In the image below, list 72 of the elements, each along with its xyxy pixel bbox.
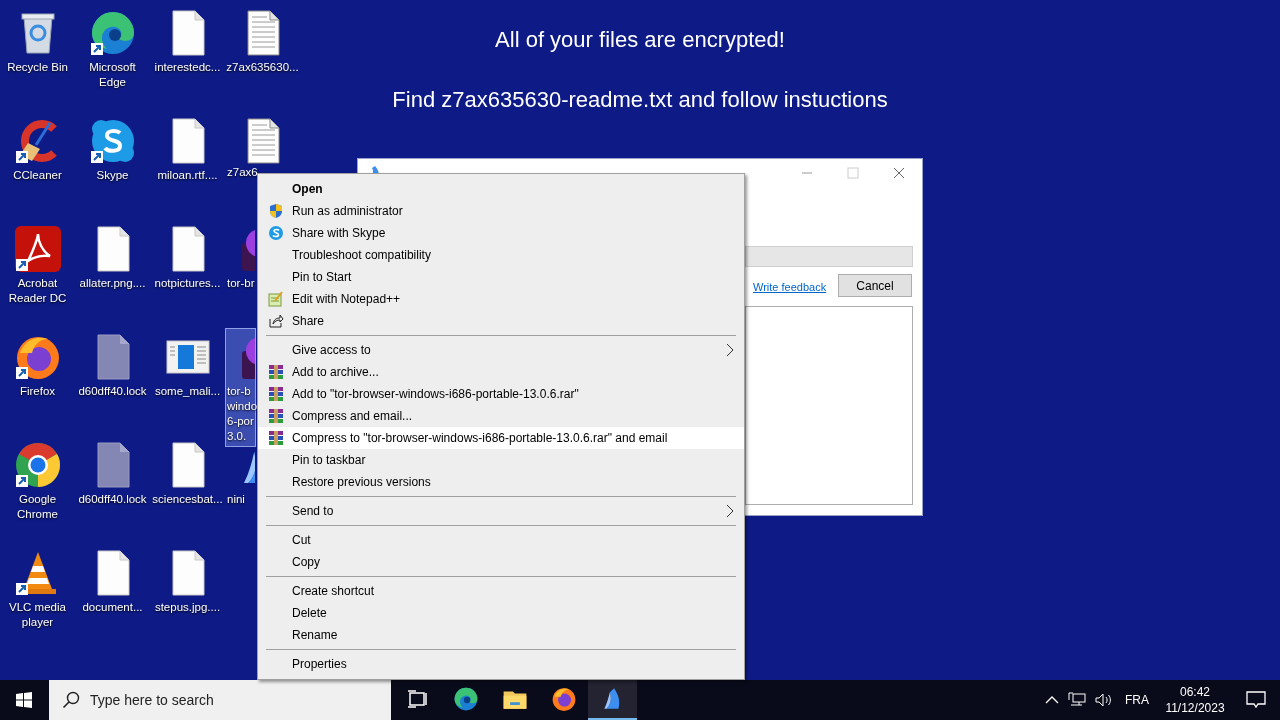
menu-item[interactable]: Compress and email... — [258, 405, 744, 427]
desktop-shortcut[interactable]: VLC media player — [0, 544, 75, 633]
cancel-button[interactable]: Cancel — [838, 274, 912, 297]
notepad-icon — [268, 291, 284, 307]
menu-item[interactable]: Pin to taskbar — [258, 449, 744, 471]
desktop-shortcut[interactable]: d60dff40.lock — [75, 328, 150, 402]
notifications-icon[interactable] — [1246, 691, 1266, 709]
desktop-shortcut[interactable]: z7ax635630... — [225, 4, 300, 78]
swirl-icon — [452, 686, 479, 712]
clock-time[interactable]: 06:42 — [1180, 684, 1210, 700]
menu-item[interactable]: Add to archive... — [258, 361, 744, 383]
menu-item[interactable]: Open — [258, 178, 744, 200]
wallpaper-text: Find z7ax635630-readme.txt and follow instuctions — [392, 86, 888, 114]
menu-item[interactable]: Properties — [258, 653, 744, 675]
desktop-shortcut[interactable]: notpictures... — [150, 220, 225, 294]
desktop-shortcut[interactable]: d60dff40.lock — [75, 436, 150, 510]
menu-item[interactable]: Share with Skype — [258, 222, 744, 244]
menu-item[interactable]: Add to "tor-browser-windows-i686-portable-13.0.6.rar" — [258, 383, 744, 405]
task-view-icon — [405, 688, 428, 710]
desktop-shortcut[interactable]: miloan.rtf.... — [150, 112, 225, 186]
menu-item[interactable]: Compress to "tor-browser-windows-i686-portable-13.0.6.rar" and email — [258, 427, 744, 449]
desktop-shortcut[interactable]: document... — [75, 544, 150, 618]
menu-item[interactable]: Rename — [258, 624, 744, 646]
stacked-books-icon — [268, 408, 284, 424]
menu-item[interactable]: Edit with Notepad++ — [258, 288, 744, 310]
desktop-shortcut[interactable]: sciencesbat... — [150, 436, 225, 510]
stacked-books-icon — [268, 430, 284, 446]
menu-item[interactable]: Share — [258, 310, 744, 332]
share-icon — [268, 313, 284, 329]
bubble-icon — [268, 225, 284, 241]
desktop-shortcut[interactable]: stepus.jpg.... — [150, 544, 225, 618]
language-indicator[interactable]: FRA — [1125, 691, 1149, 709]
desktop-shortcut[interactable]: CCleaner — [0, 112, 75, 186]
desktop-shortcut[interactable]: Acrobat Reader DC — [0, 220, 75, 309]
chevron-up-icon[interactable] — [1045, 695, 1059, 705]
desktop-shortcut[interactable]: some_mali... — [150, 328, 225, 402]
menu-item[interactable]: Cut — [258, 529, 744, 551]
menu-item[interactable]: Troubleshoot compatibility — [258, 244, 744, 266]
clock-date[interactable]: 11/12/2023 — [1165, 700, 1225, 716]
menu-item[interactable]: Restore previous versions — [258, 471, 744, 493]
wallpaper-text: All of your files are encrypted! — [495, 26, 785, 54]
desktop-shortcut[interactable]: Firefox — [0, 328, 75, 402]
desktop-shortcut[interactable]: interestedc... — [150, 4, 225, 78]
menu-item[interactable]: Run as administrator — [258, 200, 744, 222]
document-app-icon — [13, 225, 62, 273]
chevron-right-icon — [726, 504, 734, 518]
menu-item[interactable]: Create shortcut — [258, 580, 744, 602]
menu-item[interactable]: Delete — [258, 602, 744, 624]
swirl-icon — [88, 9, 137, 57]
menu-item[interactable]: Send to — [258, 500, 744, 522]
feedback-link[interactable]: Write feedback — [753, 279, 827, 296]
volume-icon[interactable] — [1094, 692, 1114, 708]
stacked-books-icon — [268, 364, 284, 380]
bubble-icon — [88, 117, 137, 165]
desktop-shortcut[interactable]: allater.png.... — [75, 220, 150, 294]
desktop-shortcut[interactable]: Microsoft Edge — [75, 4, 150, 93]
menu-item[interactable]: Give access to — [258, 339, 744, 361]
windows-logo-icon — [16, 692, 32, 708]
search-field[interactable]: Type here to search — [49, 680, 391, 720]
stacked-books-icon — [268, 386, 284, 402]
desktop-shortcut[interactable]: Skype — [75, 112, 150, 186]
shield-icon — [268, 203, 284, 219]
menu-item[interactable]: Pin to Start — [258, 266, 744, 288]
network-icon[interactable] — [1068, 692, 1086, 708]
search-icon — [62, 691, 80, 709]
ring-circle-icon — [13, 441, 62, 489]
taskbar-app[interactable] — [588, 680, 637, 720]
desktop-shortcut[interactable]: Recycle Bin — [0, 4, 75, 78]
chevron-right-icon — [726, 343, 734, 357]
fox-icon — [550, 686, 577, 712]
desktop-shortcut[interactable]: Google Chrome — [0, 436, 75, 525]
menu-item[interactable]: Copy — [258, 551, 744, 573]
